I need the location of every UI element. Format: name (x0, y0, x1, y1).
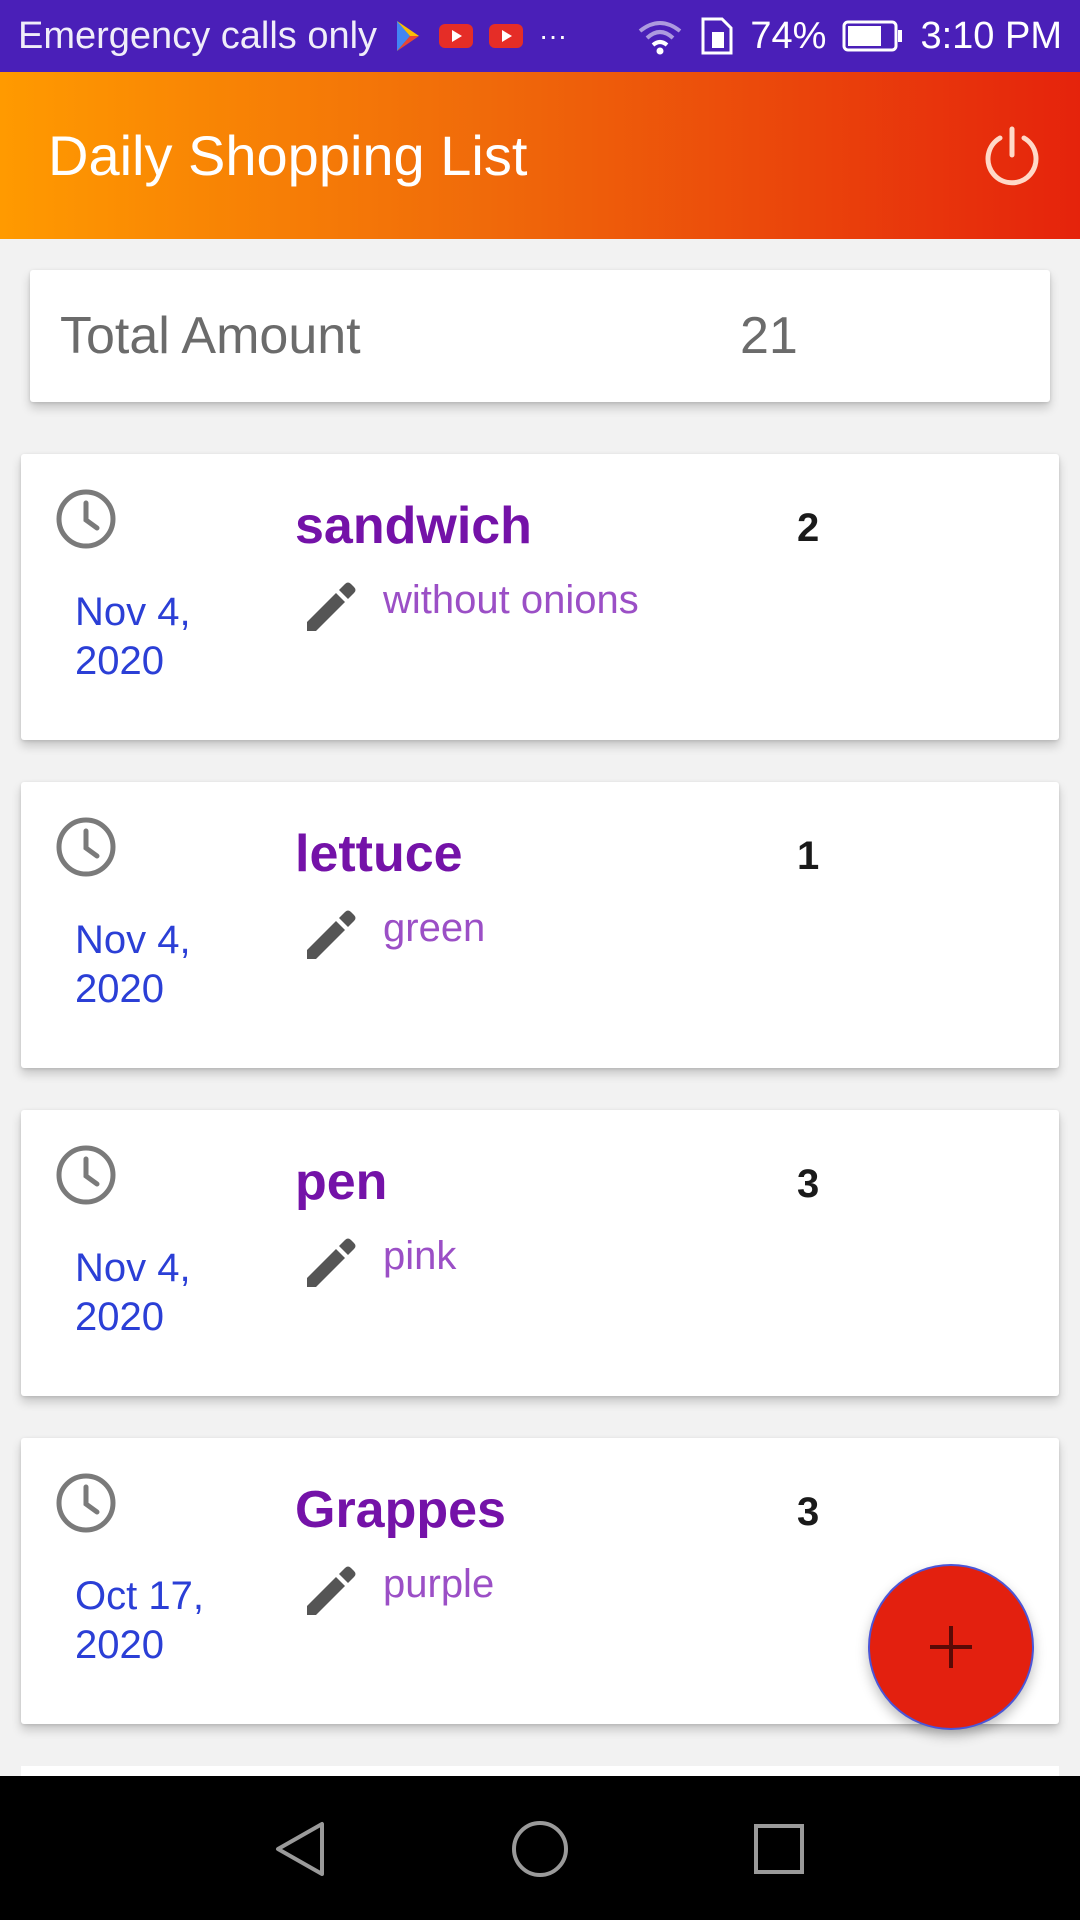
pencil-icon (307, 582, 356, 631)
recents-icon (754, 1824, 804, 1874)
more-dots-icon: ··· (539, 20, 568, 51)
item-name: sandwich (295, 497, 532, 555)
item-quantity: 2 (797, 506, 820, 550)
list-item[interactable]: Nov 4, 2020 lettuce green 1 (21, 782, 1059, 1068)
clock-icon (56, 817, 116, 877)
list-item[interactable]: Nov 4, 2020 sandwich without onions 2 (21, 454, 1059, 740)
youtube-icon (439, 24, 474, 48)
item-date: Nov 4, 2020 (75, 1244, 255, 1342)
page-title: Daily Shopping List (48, 124, 528, 187)
item-date: Oct 17, 2020 (75, 1572, 255, 1670)
item-date-line2: 2020 (75, 967, 164, 1011)
item-date-line1: Nov 4, (75, 590, 191, 634)
item-quantity: 1 (797, 834, 820, 878)
wifi-icon (636, 17, 684, 55)
total-amount-card: Total Amount 21 (30, 270, 1050, 402)
battery-percent: 74% (750, 14, 827, 57)
total-amount-value: 21 (740, 307, 798, 365)
plus-icon (930, 1626, 972, 1668)
pencil-icon (307, 910, 356, 959)
carrier-text: Emergency calls only (18, 14, 378, 57)
item-name: lettuce (295, 825, 463, 883)
add-item-button[interactable] (868, 1564, 1034, 1730)
status-right: 74% 3:10 PM (620, 0, 1062, 72)
item-quantity: 3 (797, 1162, 820, 1206)
pencil-icon (307, 1238, 356, 1287)
status-bar: Emergency calls only ··· 74% 3:10 PM (0, 0, 1080, 72)
home-button[interactable] (509, 1818, 571, 1880)
screen: Emergency calls only ··· 74% 3:10 PM Dai… (0, 0, 1080, 1920)
back-icon (276, 1822, 324, 1876)
games-icon (393, 19, 423, 53)
power-icon (985, 126, 1039, 186)
item-note: green (383, 906, 486, 950)
status-left: Emergency calls only ··· (18, 0, 567, 72)
recents-button[interactable] (748, 1818, 810, 1880)
status-time: 3:10 PM (920, 14, 1062, 57)
item-date-line1: Oct 17, (75, 1574, 204, 1618)
power-button[interactable] (980, 123, 1044, 187)
total-amount-label: Total Amount (60, 307, 361, 365)
pencil-icon (307, 1566, 356, 1615)
navigation-bar (0, 1776, 1080, 1920)
item-date: Nov 4, 2020 (75, 916, 255, 1014)
item-name: Grappes (295, 1481, 506, 1539)
item-date-line1: Nov 4, (75, 1246, 191, 1290)
item-date-line1: Nov 4, (75, 918, 191, 962)
item-quantity: 3 (797, 1490, 820, 1534)
clock-icon (56, 1145, 116, 1205)
clock-icon (56, 1473, 116, 1533)
sim-icon (700, 16, 734, 56)
battery-icon (842, 20, 904, 52)
item-date-line2: 2020 (75, 1623, 164, 1667)
item-date-line2: 2020 (75, 639, 164, 683)
item-name: pen (295, 1153, 388, 1211)
item-note: purple (383, 1562, 495, 1606)
item-date: Nov 4, 2020 (75, 588, 255, 686)
list-item[interactable]: Nov 4, 2020 pen pink 3 (21, 1110, 1059, 1396)
youtube-icon (489, 24, 524, 48)
app-bar: Daily Shopping List (0, 72, 1080, 239)
home-icon (512, 1821, 568, 1877)
item-note: pink (383, 1234, 457, 1278)
item-date-line2: 2020 (75, 1295, 164, 1339)
clock-icon (56, 489, 116, 549)
item-note: without onions (383, 578, 639, 622)
back-button[interactable] (270, 1818, 332, 1880)
